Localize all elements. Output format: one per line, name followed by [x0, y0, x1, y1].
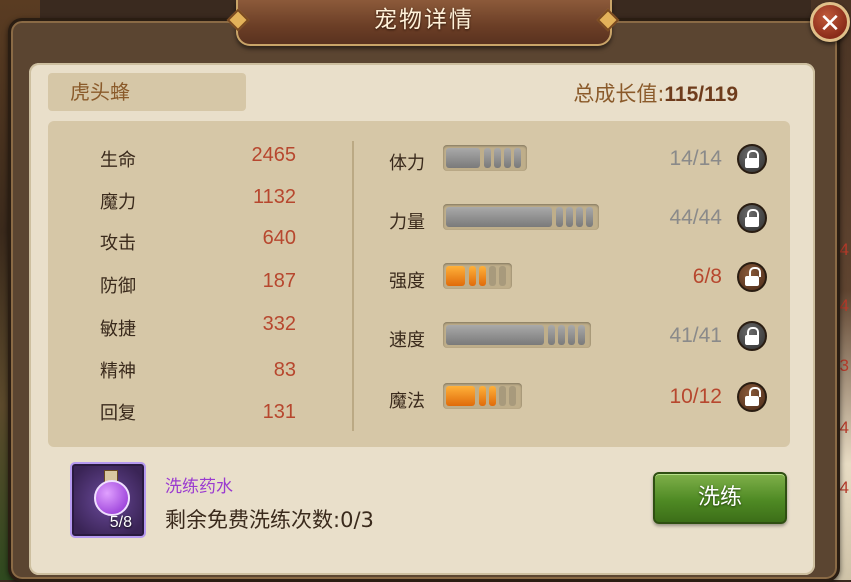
aptitude-bar-segment	[548, 325, 556, 345]
column-divider	[352, 141, 354, 431]
aptitude-bar-segment	[555, 207, 563, 227]
close-icon: ✕	[819, 9, 841, 39]
potion-icon	[94, 480, 130, 516]
aptitude-bar-segment	[568, 325, 576, 345]
aptitude-bar-segment	[578, 325, 586, 345]
attr-label-hp: 生命	[100, 150, 136, 171]
aptitude-value-magic: 10/12	[669, 385, 722, 408]
attr-value-recovery: 131	[262, 401, 296, 423]
aptitude-bar-fill	[446, 266, 466, 286]
aptitude-bar-fill	[446, 386, 475, 406]
aptitude-bar-segment	[469, 266, 477, 286]
title-banner: 宠物详情	[236, 0, 612, 46]
lock-body	[745, 335, 759, 345]
background-number: 4	[839, 240, 849, 259]
stats-panel: 生命 2465 魔力 1132 攻击 640 防御 187 敏捷 332 精神 …	[48, 121, 790, 447]
background-number: 4	[839, 478, 849, 497]
aptitude-bar-magic	[443, 383, 522, 409]
lock-body	[745, 396, 759, 406]
background-number: 3	[839, 356, 849, 375]
pet-name: 虎头蜂	[70, 80, 130, 104]
aptitude-bar-segment	[479, 266, 487, 286]
aptitude-bar-segment	[585, 207, 593, 227]
aptitude-label-intensity: 强度	[389, 271, 425, 292]
aptitude-bar-strength	[443, 204, 599, 230]
attr-value-defense: 187	[262, 270, 296, 292]
aptitude-value-strength: 44/44	[669, 206, 722, 229]
refine-button[interactable]: 洗练	[653, 472, 787, 524]
aptitude-bar-segment	[478, 386, 486, 406]
aptitude-bar-segment	[489, 266, 497, 286]
lock-icon[interactable]	[737, 144, 767, 174]
aptitude-bar-segment	[575, 207, 583, 227]
attr-value-agility: 332	[262, 313, 296, 335]
growth-label: 总成长值:	[573, 82, 665, 106]
aptitude-bar-segment	[565, 207, 573, 227]
lock-body	[745, 158, 759, 168]
attr-label-spirit: 精神	[100, 361, 136, 382]
free-refine-value: 0/3	[340, 508, 374, 532]
aptitude-bar-fill	[446, 148, 480, 168]
potion-name: 洗练药水	[165, 477, 233, 497]
aptitude-bar-segment	[558, 325, 566, 345]
attr-label-recovery: 回复	[100, 403, 136, 424]
growth-display: 总成长值:115/119	[573, 78, 738, 108]
background-number: 4	[839, 296, 849, 315]
pet-name-bar: 虎头蜂	[48, 73, 246, 111]
aptitude-bar-segment	[488, 386, 496, 406]
aptitude-bar-segment	[493, 148, 501, 168]
aptitude-bar-intensity	[443, 263, 513, 289]
potion-slot[interactable]: 5/8	[70, 462, 146, 538]
aptitude-label-strength: 力量	[389, 212, 425, 233]
lock-body	[745, 217, 759, 227]
lock-body	[745, 276, 759, 286]
aptitude-bar-stamina	[443, 145, 527, 171]
dialog-title: 宠物详情	[374, 7, 474, 33]
aptitude-bar-fill	[446, 207, 552, 227]
attr-value-attack: 640	[262, 227, 296, 249]
attr-label-attack: 攻击	[100, 233, 136, 254]
aptitude-label-stamina: 体力	[389, 153, 425, 174]
unlock-icon[interactable]	[737, 382, 767, 412]
attr-label-mp: 魔力	[100, 192, 136, 213]
attr-value-spirit: 83	[273, 359, 296, 381]
aptitude-label-magic: 魔法	[389, 391, 425, 412]
lock-icon[interactable]	[737, 203, 767, 233]
growth-value: 115/119	[664, 83, 738, 106]
aptitude-bar-fill	[446, 325, 545, 345]
unlock-icon[interactable]	[737, 262, 767, 292]
aptitude-bar-segment	[513, 148, 521, 168]
background-number: 4	[839, 418, 849, 437]
close-button[interactable]: ✕	[810, 2, 850, 42]
lock-icon[interactable]	[737, 321, 767, 351]
attr-value-mp: 1132	[252, 186, 296, 208]
potion-count: 5/8	[109, 514, 132, 531]
aptitude-bar-segment	[508, 386, 516, 406]
aptitude-value-stamina: 14/14	[669, 147, 722, 170]
aptitude-label-speed: 速度	[389, 330, 425, 351]
attr-label-defense: 防御	[100, 276, 136, 297]
attr-label-agility: 敏捷	[100, 319, 136, 340]
aptitude-bar-segment	[499, 266, 507, 286]
aptitude-bar-speed	[443, 322, 592, 348]
aptitude-bar-segment	[483, 148, 491, 168]
aptitude-bar-segment	[503, 148, 511, 168]
free-refine-count: 剩余免费洗练次数:0/3	[165, 504, 374, 534]
aptitude-value-intensity: 6/8	[692, 265, 722, 288]
aptitude-value-speed: 41/41	[669, 324, 722, 347]
attr-value-hp: 2465	[251, 144, 297, 166]
aptitude-bar-segment	[498, 386, 506, 406]
free-refine-label: 剩余免费洗练次数:	[165, 508, 341, 532]
